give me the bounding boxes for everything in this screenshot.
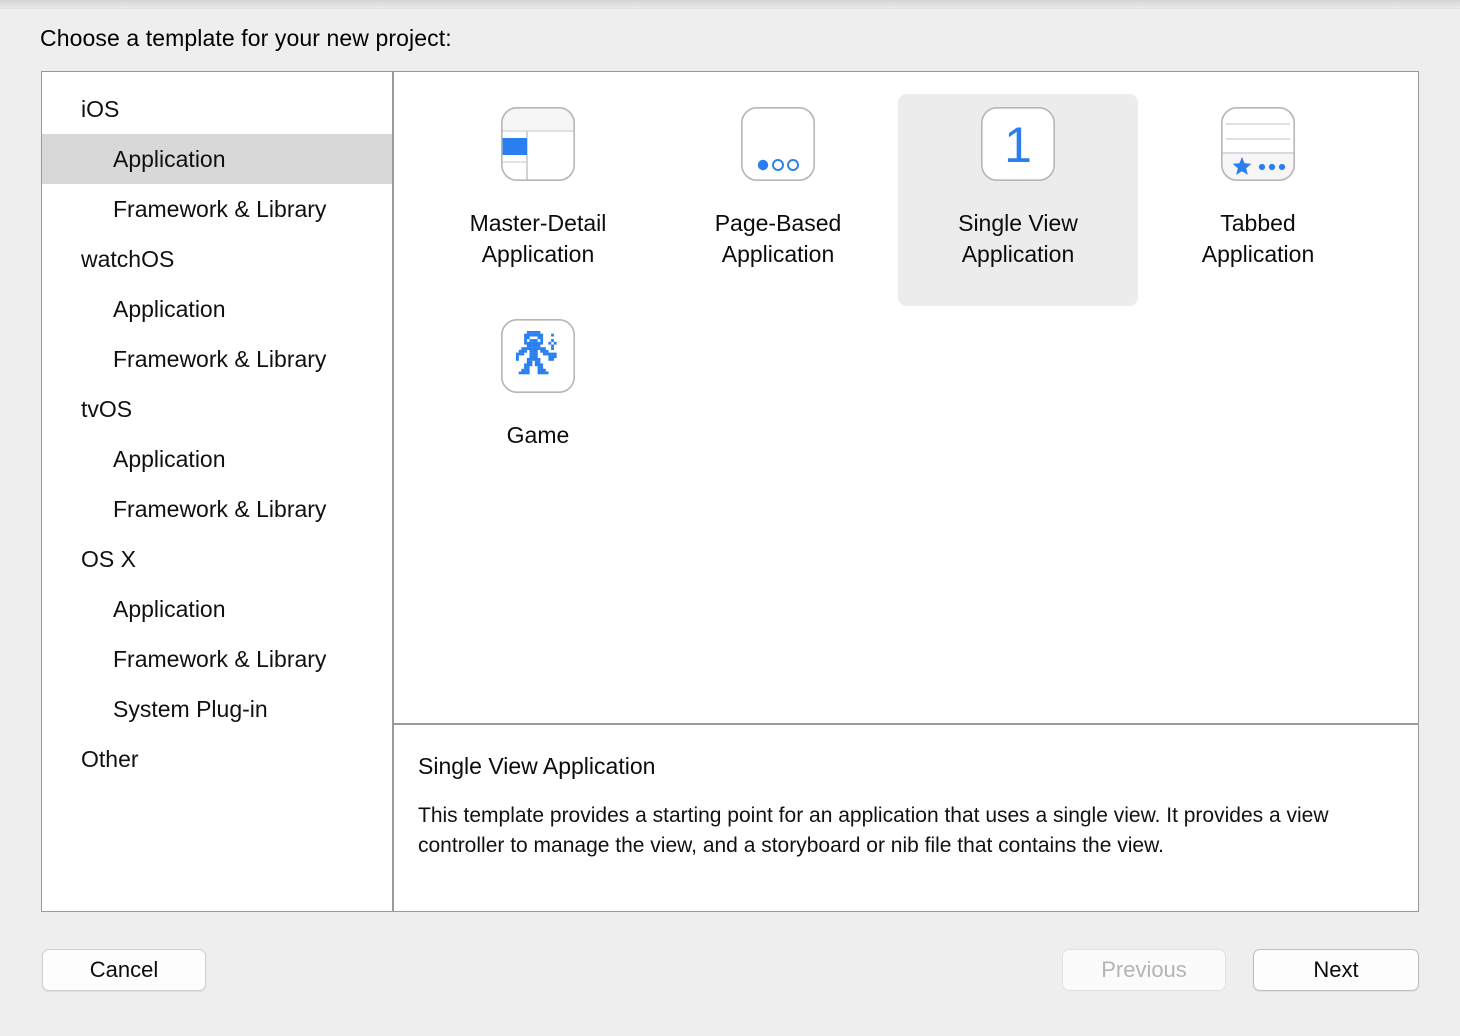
- template-tile-page-based-application[interactable]: Page-Based Application: [658, 94, 898, 306]
- template-tile-single-view-application[interactable]: 1 Single View Application: [898, 94, 1138, 306]
- template-tile-master-detail-application[interactable]: Master-Detail Application: [418, 94, 658, 306]
- template-label: Game: [506, 422, 570, 448]
- sidebar-item-label: iOS: [81, 95, 120, 122]
- page-based-icon: [738, 104, 818, 184]
- master-detail-icon: [498, 104, 578, 184]
- previous-button[interactable]: Previous: [1062, 949, 1226, 991]
- page-title: Choose a template for your new project:: [40, 25, 452, 51]
- sidebar-item-label: OS X: [81, 545, 136, 572]
- sidebar-item-label: Framework & Library: [113, 345, 327, 372]
- template-label: Single View Application: [958, 210, 1078, 267]
- new-project-template-dialog: Choose a template for your new project: …: [0, 0, 1460, 1036]
- sidebar-item-label: System Plug-in: [113, 695, 268, 722]
- platform-category-sidebar[interactable]: iOS Application Framework & Library watchOS…: [42, 72, 394, 911]
- sidebar-item-framework-library[interactable]: Framework & Library: [42, 484, 392, 534]
- sidebar-item-framework-library[interactable]: Framework & Library: [42, 334, 392, 384]
- sidebar-item-label: Framework & Library: [113, 195, 327, 222]
- template-chooser-panel: iOS Application Framework & Library watchOS…: [41, 71, 1419, 912]
- description-body: This template provides a starting point …: [418, 804, 1329, 857]
- svg-text:1: 1: [1004, 117, 1032, 173]
- game-robot-icon: [498, 316, 578, 396]
- description-title: Single View Application: [418, 753, 656, 779]
- template-description-pane: Single View Application This template pr…: [394, 723, 1418, 911]
- tabbed-icon: [1218, 104, 1298, 184]
- sidebar-item-label: Framework & Library: [113, 645, 327, 672]
- sidebar-item-application[interactable]: Application: [42, 284, 392, 334]
- sidebar-item-label: tvOS: [81, 395, 133, 422]
- sidebar-item-framework-library[interactable]: Framework & Library: [42, 634, 392, 684]
- sidebar-item-label: Application: [113, 445, 226, 472]
- sidebar-item-label: Framework & Library: [113, 495, 327, 522]
- sidebar-item-application[interactable]: Application: [42, 134, 392, 184]
- sidebar-item-label: watchOS: [81, 245, 175, 272]
- next-button[interactable]: Next: [1253, 949, 1419, 991]
- sidebar-item-tvos[interactable]: tvOS: [42, 384, 392, 434]
- template-content-column: Master-Detail Application Page-Based Appl…: [394, 72, 1418, 911]
- template-label: Page-Based Application: [714, 210, 842, 267]
- sidebar-item-ios[interactable]: iOS: [42, 84, 392, 134]
- window-titlebar: [0, 0, 1460, 9]
- sidebar-item-label: Application: [113, 595, 226, 622]
- template-tile-game[interactable]: Game: [418, 306, 658, 518]
- sidebar-item-watchos[interactable]: watchOS: [42, 234, 392, 284]
- template-grid[interactable]: Master-Detail Application Page-Based Appl…: [394, 72, 1418, 723]
- template-tile-tabbed-application[interactable]: Tabbed Application: [1138, 94, 1378, 306]
- sidebar-item-label: Application: [113, 295, 226, 322]
- sidebar-item-system-plug-in[interactable]: System Plug-in: [42, 684, 392, 734]
- sidebar-item-other[interactable]: Other: [42, 734, 392, 784]
- dialog-footer: Cancel Previous Next: [0, 949, 1460, 1009]
- template-label: Tabbed Application: [1201, 210, 1315, 267]
- single-view-icon: 1: [978, 104, 1058, 184]
- sidebar-item-framework-library[interactable]: Framework & Library: [42, 184, 392, 234]
- template-label: Master-Detail Application: [469, 210, 607, 267]
- sidebar-item-os-x[interactable]: OS X: [42, 534, 392, 584]
- sidebar-item-label: Application: [113, 145, 226, 172]
- sidebar-item-application[interactable]: Application: [42, 584, 392, 634]
- cancel-button[interactable]: Cancel: [42, 949, 206, 991]
- sidebar-item-label: Other: [81, 745, 139, 772]
- sidebar-item-application[interactable]: Application: [42, 434, 392, 484]
